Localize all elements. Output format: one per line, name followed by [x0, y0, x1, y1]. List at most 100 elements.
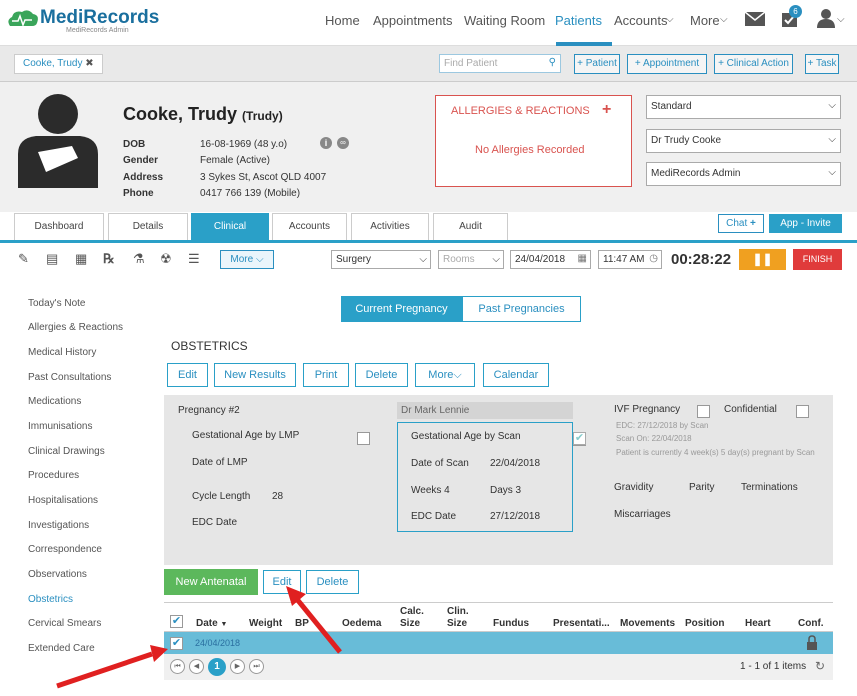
account-select[interactable]: MediRecords Admin ⌵ [646, 162, 841, 186]
sidebar-item-cervical-smears[interactable]: Cervical Smears [28, 618, 101, 629]
prescription-icon[interactable]: ℞ [103, 251, 115, 267]
tab-audit[interactable]: Audit [433, 213, 508, 240]
sidebar-item-hospitalisations[interactable]: Hospitalisations [28, 495, 98, 506]
ivf-checkbox[interactable] [697, 405, 710, 418]
select-all-checkbox[interactable]: ✔ [170, 615, 183, 628]
current-page[interactable]: 1 [208, 658, 226, 676]
delete-antenatal-button[interactable]: Delete [306, 570, 359, 594]
note-icon[interactable]: ✎ [18, 251, 29, 267]
sidebar-item-observations[interactable]: Observations [28, 569, 87, 580]
nav-home[interactable]: Home [325, 13, 360, 28]
add-appointment-button[interactable]: + Appointment [627, 54, 707, 74]
more-actions-button[interactable]: More⌵ [415, 363, 475, 387]
pause-button[interactable]: ❚❚ [739, 249, 786, 270]
open-patient-tab[interactable]: Cooke, Trudy ✖ [14, 54, 103, 74]
sidebar-item-todays-note[interactable]: Today's Note [28, 298, 86, 309]
confidential-checkbox[interactable] [796, 405, 809, 418]
last-page-icon[interactable]: ⏭ [249, 659, 264, 674]
lab-flask-icon[interactable]: ⚗ [133, 251, 145, 267]
sidebar-item-correspondence[interactable]: Correspondence [28, 544, 102, 555]
edit-antenatal-button[interactable]: Edit [263, 570, 301, 594]
new-results-button[interactable]: New Results [214, 363, 296, 387]
document-icon[interactable]: ▤ [46, 251, 58, 267]
nav-more[interactable]: More [690, 13, 720, 28]
sidebar-item-obstetrics[interactable]: Obstetrics [28, 594, 73, 605]
first-page-icon[interactable]: ⏮ [170, 659, 185, 674]
app-logo[interactable]: MediRecords [40, 7, 159, 29]
sidebar-item-medications[interactable]: Medications [28, 396, 81, 407]
stack-icon[interactable]: ☰ [188, 251, 200, 267]
user-icon[interactable] [816, 8, 836, 28]
edit-pregnancy-button[interactable]: Edit [167, 363, 208, 387]
tab-clinical[interactable]: Clinical [191, 213, 269, 240]
add-allergy-icon[interactable]: + [602, 101, 611, 119]
nav-patients[interactable]: Patients [555, 13, 602, 28]
calendar-button[interactable]: Calendar [483, 363, 549, 387]
template-select[interactable]: Standard ⌵ [646, 95, 841, 119]
time-input[interactable]: 11:47 AM ◷ [598, 250, 662, 269]
link-icon[interactable]: ∞ [337, 137, 349, 149]
col-oedema[interactable]: Oedema [342, 618, 381, 629]
add-clinical-action-button[interactable]: + Clinical Action [714, 54, 793, 74]
col-position[interactable]: Position [685, 618, 724, 629]
dob-value: 16-08-1969 (48 y.o) [200, 139, 288, 150]
table-row[interactable]: ✔ 24/04/2018 [164, 632, 833, 654]
rooms-select[interactable]: Rooms ⌵ [438, 250, 504, 269]
col-presentation[interactable]: Presentati... [553, 618, 610, 629]
tab-dashboard[interactable]: Dashboard [14, 213, 104, 240]
add-task-button[interactable]: + Task [805, 54, 839, 74]
report-icon[interactable]: ▦ [75, 251, 87, 267]
sidebar-item-medical-history[interactable]: Medical History [28, 347, 96, 358]
finish-button[interactable]: FINISH [793, 249, 842, 270]
add-patient-button[interactable]: + Patient [574, 54, 620, 74]
print-button[interactable]: Print [303, 363, 349, 387]
location-select[interactable]: Surgery ⌵ [331, 250, 431, 269]
search-icon[interactable]: ⚲ [549, 57, 556, 68]
tab-details[interactable]: Details [108, 213, 188, 240]
doctor-select[interactable]: Dr Trudy Cooke ⌵ [646, 129, 841, 153]
col-heart[interactable]: Heart [745, 618, 771, 629]
next-page-icon[interactable]: ▶ [230, 659, 245, 674]
tab-accounts[interactable]: Accounts [272, 213, 347, 240]
sidebar-item-procedures[interactable]: Procedures [28, 470, 79, 481]
col-movements[interactable]: Movements [620, 618, 675, 629]
chat-button[interactable]: Chat + [718, 214, 764, 233]
ga-scan-checkbox[interactable]: ✔ [573, 432, 586, 445]
delete-pregnancy-button[interactable]: Delete [355, 363, 408, 387]
info-icon[interactable]: i [320, 137, 332, 149]
tab-current-pregnancy[interactable]: Current Pregnancy [341, 296, 462, 322]
date-input[interactable]: 24/04/2018 ▦ [510, 250, 591, 269]
sidebar-item-clinical-drawings[interactable]: Clinical Drawings [28, 446, 105, 457]
col-bp[interactable]: BP [295, 618, 309, 629]
nav-accounts[interactable]: Accounts [614, 13, 667, 28]
sidebar-item-extended-care[interactable]: Extended Care [28, 643, 95, 654]
sidebar-item-past-consultations[interactable]: Past Consultations [28, 372, 111, 383]
new-antenatal-button[interactable]: New Antenatal [164, 569, 258, 595]
clock-icon[interactable]: ◷ [649, 253, 658, 264]
col-calc-size[interactable]: Calc. Size [400, 606, 430, 630]
refresh-icon[interactable]: ↻ [815, 659, 825, 673]
nav-waiting-room[interactable]: Waiting Room [464, 13, 545, 28]
col-clin-size[interactable]: Clin. Size [447, 606, 477, 630]
col-conf[interactable]: Conf. [798, 618, 824, 629]
sidebar-item-allergies[interactable]: Allergies & Reactions [28, 322, 123, 333]
radiation-icon[interactable]: ☢ [160, 251, 172, 267]
calendar-icon[interactable]: ▦ [578, 253, 587, 264]
tab-past-pregnancies[interactable]: Past Pregnancies [462, 296, 581, 322]
tab-activities[interactable]: Activities [351, 213, 429, 240]
prev-page-icon[interactable]: ◀ [189, 659, 204, 674]
find-patient-input[interactable]: Find Patient ⚲ [439, 54, 561, 73]
col-weight[interactable]: Weight [249, 618, 282, 629]
close-icon[interactable]: ✖ [85, 58, 93, 69]
row-checkbox[interactable]: ✔ [170, 637, 183, 650]
col-fundus[interactable]: Fundus [493, 618, 529, 629]
sidebar-item-investigations[interactable]: Investigations [28, 520, 89, 531]
nav-appointments[interactable]: Appointments [373, 13, 453, 28]
app-invite-button[interactable]: App - Invite [769, 214, 842, 233]
mail-icon[interactable] [745, 12, 765, 26]
col-date[interactable]: Date ▼ [196, 618, 227, 629]
ga-lmp-checkbox[interactable] [357, 432, 370, 445]
toolbar-more-button[interactable]: More ⌵ [220, 250, 274, 269]
chevron-down-icon[interactable]: ⌵ [837, 14, 845, 25]
sidebar-item-immunisations[interactable]: Immunisations [28, 421, 92, 432]
